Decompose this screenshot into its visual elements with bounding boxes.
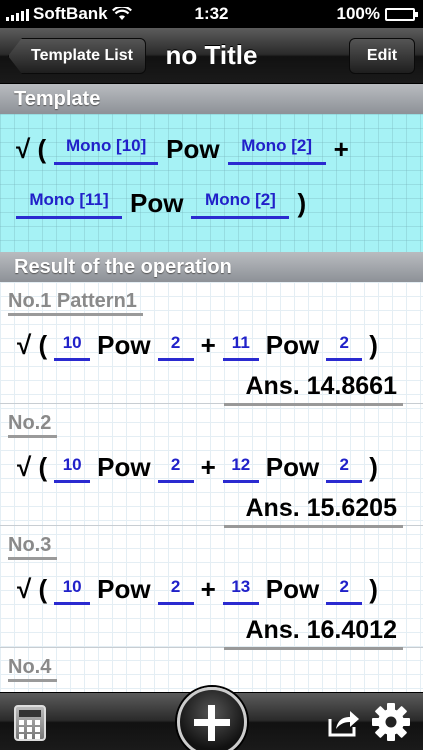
- navigation-bar: Template List no Title Edit: [0, 28, 423, 84]
- plus-operator: +: [200, 574, 216, 604]
- result-answer: Ans. 15.6205: [223, 494, 403, 528]
- value-c: 13: [222, 577, 259, 605]
- battery-icon: [385, 7, 418, 21]
- plus-operator: +: [200, 452, 216, 482]
- list-item[interactable]: No.2 √ ( 10 Pow 2 + 12 Pow 2 ) Ans. 15.6…: [0, 404, 423, 528]
- add-icon[interactable]: [177, 687, 247, 750]
- plus-operator[interactable]: +: [334, 134, 349, 165]
- list-item[interactable]: No.3 √ ( 10 Pow 2 + 13 Pow 2 ) Ans. 16.4…: [0, 526, 423, 650]
- pow-operator[interactable]: Pow: [166, 134, 219, 165]
- close-paren-symbol: ): [369, 452, 378, 482]
- pow-operator: Pow: [265, 574, 320, 604]
- pow-operator: Pow: [265, 452, 320, 482]
- result-title: No.4: [8, 656, 58, 682]
- battery-percent: 100%: [336, 4, 380, 23]
- pow-operator: Pow: [97, 452, 151, 482]
- list-item[interactable]: No.1 Pattern1 √ ( 10 Pow 2 + 11 Pow 2 ) …: [0, 282, 423, 406]
- share-icon[interactable]: [328, 707, 360, 737]
- template-token-mono-2[interactable]: Mono [2]: [191, 190, 290, 219]
- value-a: 10: [54, 577, 91, 605]
- sqrt-open-symbol: √ (: [17, 574, 48, 604]
- value-d: 2: [326, 577, 363, 605]
- pow-operator: Pow: [97, 574, 151, 604]
- results-section-header: Result of the operation: [0, 252, 423, 282]
- result-answer: Ans. 14.8661: [223, 372, 403, 406]
- value-b: 2: [157, 577, 194, 605]
- status-bar: SoftBank 1:32 100%: [0, 0, 423, 28]
- value-c: 12: [222, 455, 259, 483]
- sqrt-open-symbol: √ (: [17, 452, 48, 482]
- value-b: 2: [157, 333, 194, 361]
- close-paren-symbol: ): [369, 574, 378, 604]
- list-item[interactable]: No.4: [0, 648, 423, 692]
- results-list[interactable]: No.1 Pattern1 √ ( 10 Pow 2 + 11 Pow 2 ) …: [0, 282, 423, 692]
- pow-operator[interactable]: Pow: [130, 188, 183, 219]
- pow-operator: Pow: [265, 330, 320, 360]
- template-token-mono-10[interactable]: Mono [10]: [54, 136, 159, 165]
- sqrt-open-symbol: √ (: [16, 134, 47, 164]
- battery-status: 100%: [336, 4, 418, 24]
- value-a: 10: [54, 333, 91, 361]
- close-paren-symbol: ): [369, 330, 378, 360]
- edit-button[interactable]: Edit: [349, 38, 415, 74]
- template-token-mono-2[interactable]: Mono [2]: [227, 136, 326, 165]
- result-equation: √ ( 10 Pow 2 + 12 Pow 2 ): [14, 452, 381, 483]
- bottom-toolbar: [0, 687, 423, 750]
- template-editor[interactable]: √ ( Mono [10] Pow Mono [2] + Mono [11] P…: [0, 114, 423, 252]
- result-title: No.3: [8, 534, 58, 560]
- calculator-icon[interactable]: [14, 705, 46, 741]
- template-line-2: Mono [11] Pow Mono [2] ): [12, 188, 310, 219]
- result-answer: Ans. 16.4012: [223, 616, 403, 650]
- value-d: 2: [326, 455, 363, 483]
- template-section-header: Template: [0, 84, 423, 114]
- value-b: 2: [157, 455, 194, 483]
- value-d: 2: [326, 333, 363, 361]
- value-c: 11: [222, 333, 259, 361]
- plus-operator: +: [200, 330, 216, 360]
- close-paren-symbol[interactable]: ): [297, 188, 306, 219]
- gear-icon[interactable]: [370, 701, 412, 743]
- result-equation: √ ( 10 Pow 2 + 11 Pow 2 ): [14, 330, 381, 361]
- template-token-mono-11[interactable]: Mono [11]: [16, 190, 122, 219]
- result-title: No.1 Pattern1: [8, 290, 143, 316]
- template-line-1: √ ( Mono [10] Pow Mono [2] +: [12, 134, 353, 165]
- value-a: 10: [54, 455, 91, 483]
- result-title: No.2: [8, 412, 58, 438]
- result-equation: √ ( 10 Pow 2 + 13 Pow 2 ): [14, 574, 381, 605]
- sqrt-open-symbol: √ (: [17, 330, 48, 360]
- pow-operator: Pow: [97, 330, 151, 360]
